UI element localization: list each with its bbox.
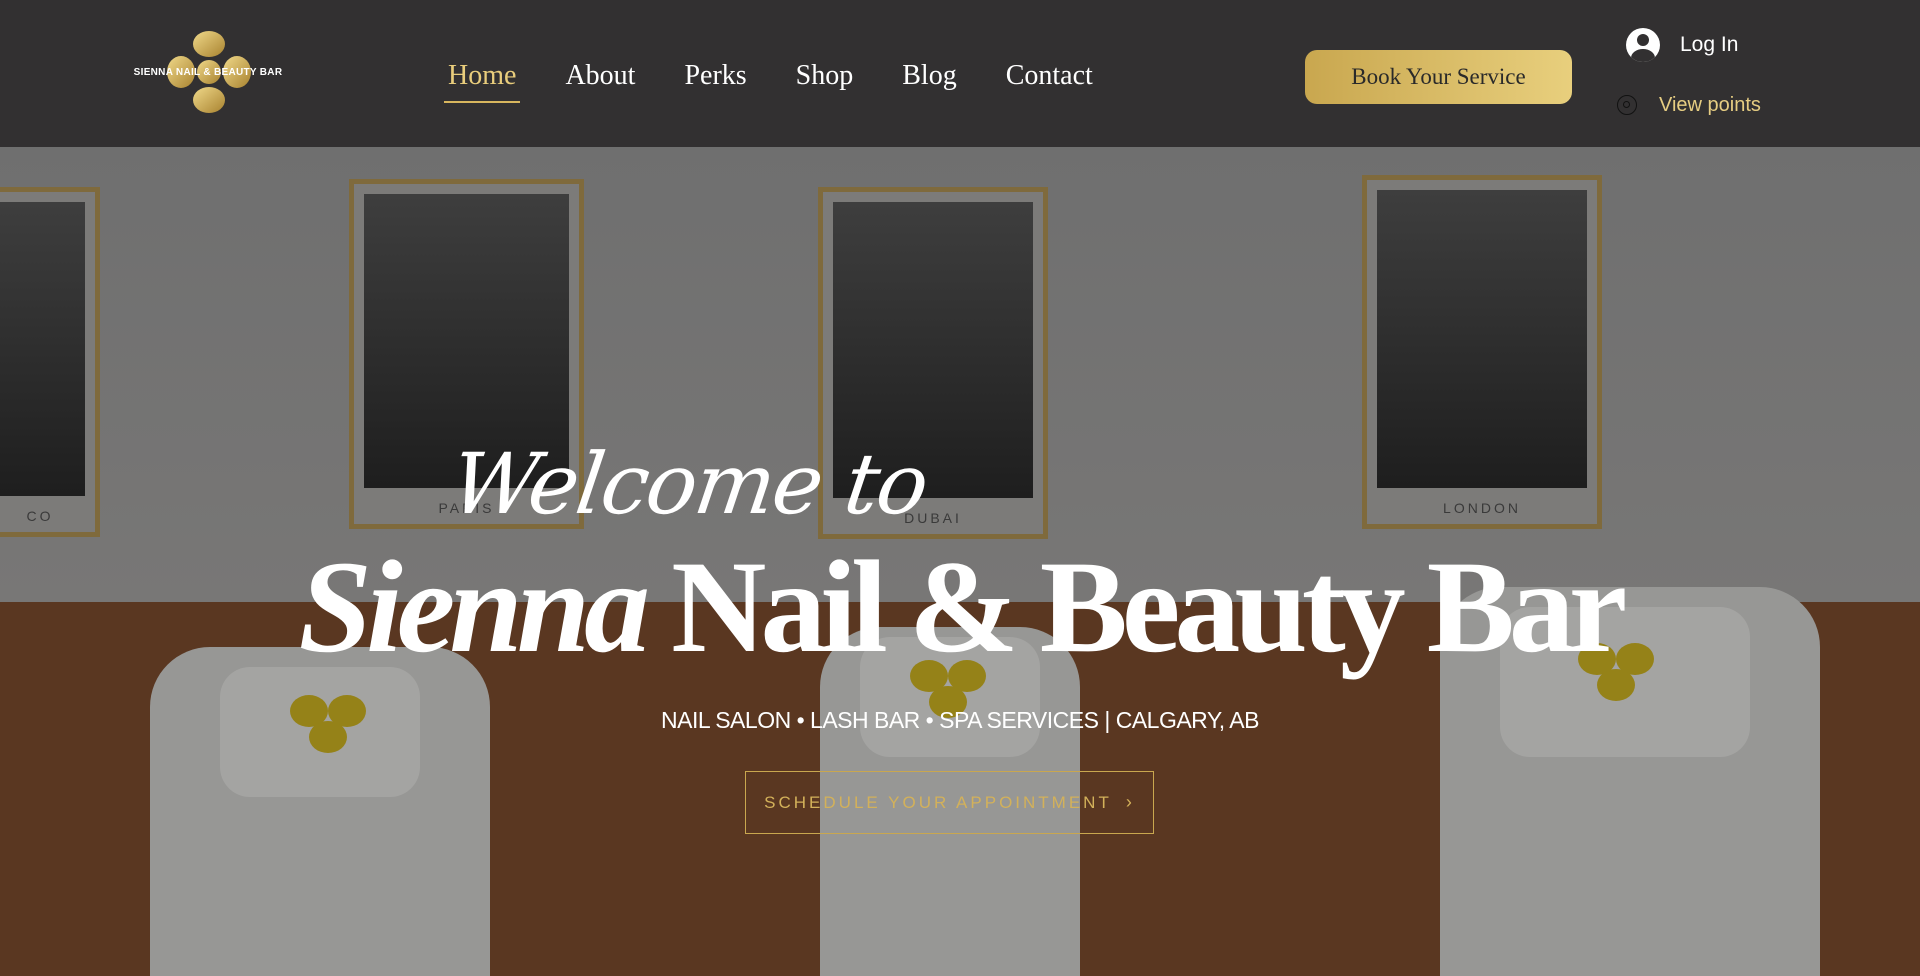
points-label: View points bbox=[1659, 93, 1761, 116]
site-header: SIENNA NAIL & BEAUTY BAR Home About Perk… bbox=[0, 0, 1920, 147]
points-coin-icon bbox=[1617, 95, 1637, 115]
login-button[interactable]: Log In bbox=[1626, 27, 1738, 63]
welcome-script: Welcome to bbox=[445, 435, 933, 533]
main-nav: Home About Perks Shop Blog Contact bbox=[443, 56, 1142, 106]
hero-tagline: NAIL SALON • LASH BAR • SPA SERVICES | C… bbox=[661, 707, 1259, 733]
hero-title-rest: Nail & Beauty Bar bbox=[644, 533, 1627, 680]
wall-frame: CO bbox=[0, 187, 100, 537]
hero-title: Sienna Nail & Beauty Bar bbox=[0, 537, 1920, 677]
nav-item-blog[interactable]: Blog bbox=[902, 56, 956, 106]
nav-item-perks[interactable]: Perks bbox=[684, 56, 746, 106]
hero-section: CO PARIS DUBAI LONDON Welcome to Sienna … bbox=[0, 147, 1920, 976]
chevron-right-icon: › bbox=[1125, 792, 1135, 812]
view-points-link[interactable]: View points bbox=[1617, 90, 1761, 120]
book-service-button[interactable]: Book Your Service bbox=[1305, 50, 1572, 104]
frame-photo bbox=[1377, 190, 1587, 488]
nav-item-shop[interactable]: Shop bbox=[796, 56, 854, 106]
brand-logo[interactable]: SIENNA NAIL & BEAUTY BAR bbox=[128, 30, 288, 114]
logo-text: SIENNA NAIL & BEAUTY BAR bbox=[133, 67, 283, 78]
frame-caption: CO bbox=[26, 508, 54, 524]
schedule-appointment-button[interactable]: SCHEDULE YOUR APPOINTMENT › bbox=[745, 771, 1154, 834]
nav-item-contact[interactable]: Contact bbox=[1006, 56, 1093, 106]
frame-photo bbox=[0, 202, 85, 496]
nav-item-about[interactable]: About bbox=[565, 56, 635, 106]
cta-label: SCHEDULE YOUR APPOINTMENT bbox=[764, 792, 1112, 812]
hero-title-italic: Sienna bbox=[298, 533, 650, 680]
user-avatar-icon bbox=[1626, 28, 1660, 62]
wall-frame: LONDON bbox=[1362, 175, 1602, 529]
login-label: Log In bbox=[1680, 33, 1739, 56]
frame-caption: LONDON bbox=[1443, 500, 1521, 516]
nav-item-home[interactable]: Home bbox=[443, 56, 521, 106]
